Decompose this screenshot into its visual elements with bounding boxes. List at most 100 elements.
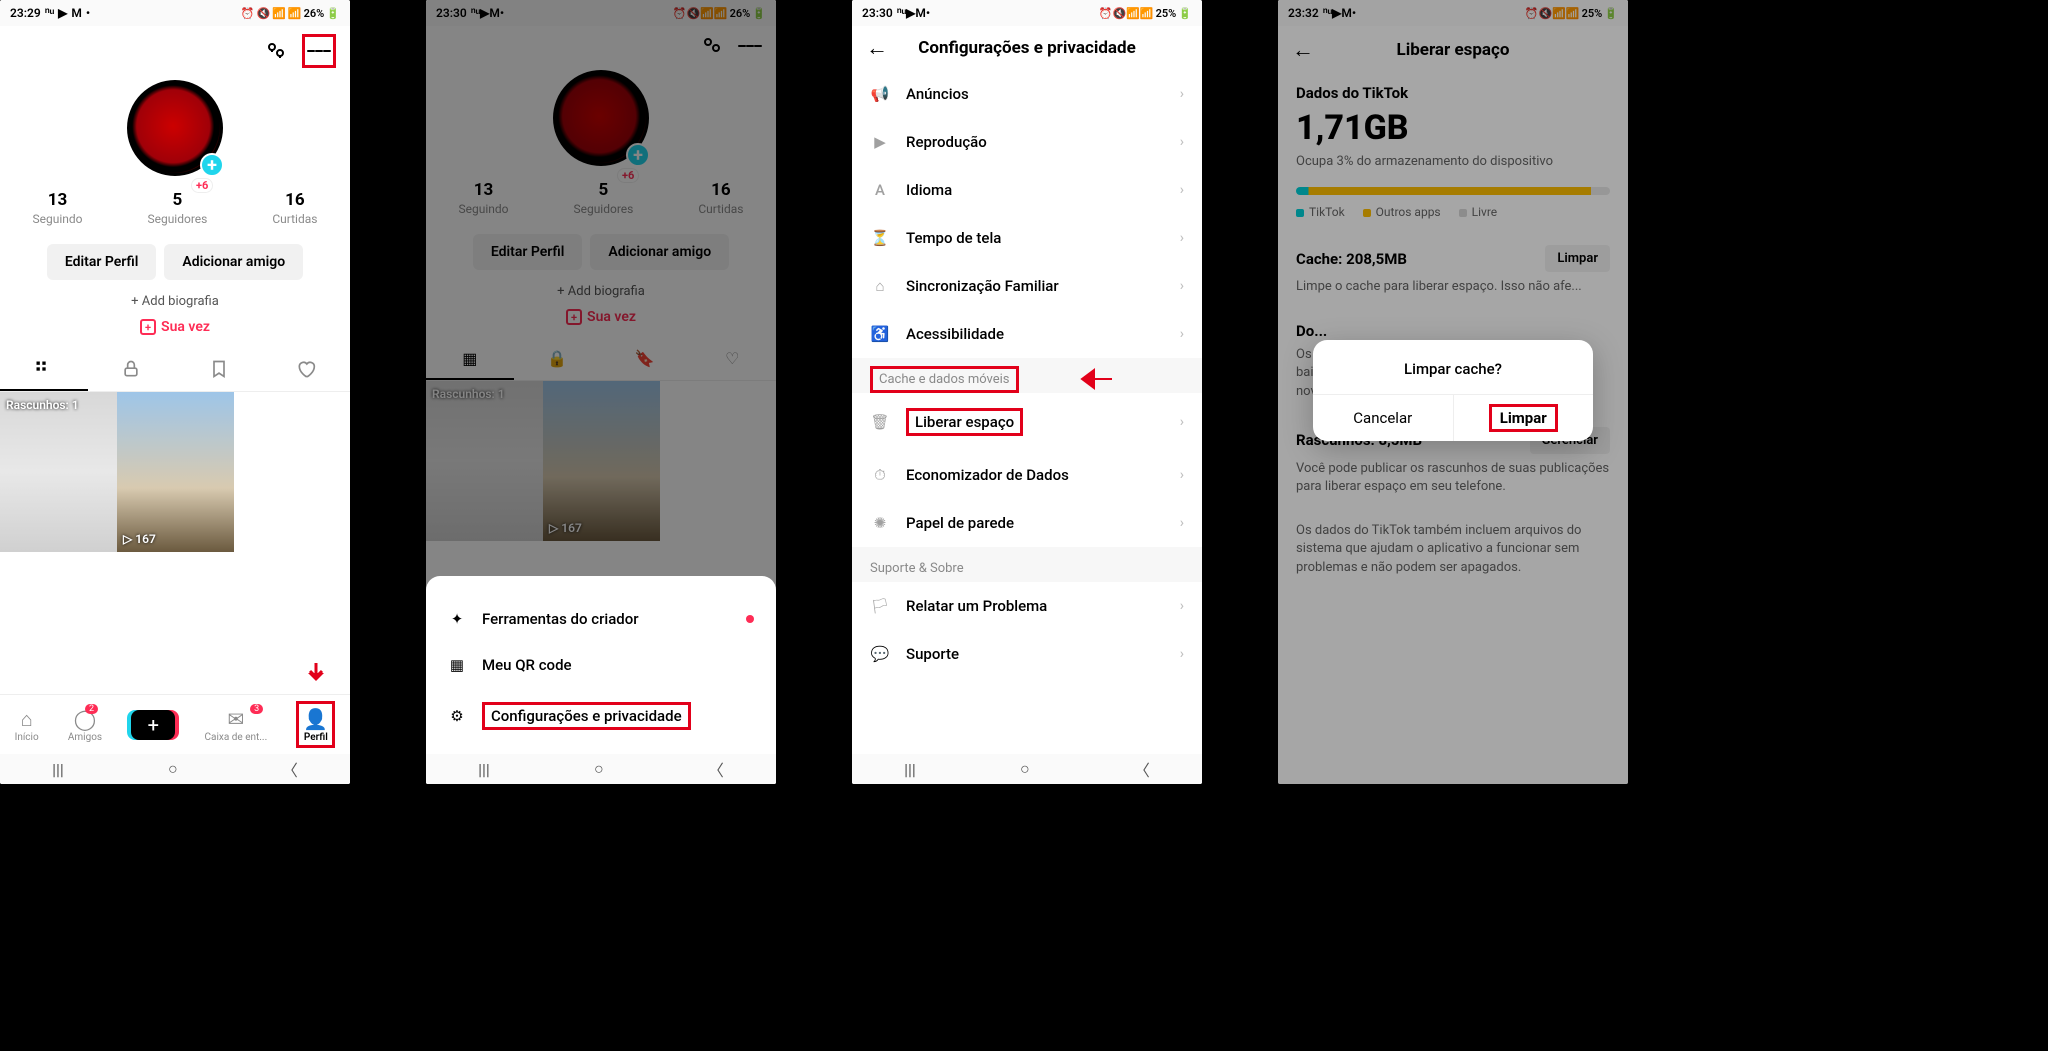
- chevron-right-icon: ›: [1180, 134, 1184, 150]
- chevron-right-icon: ›: [1180, 598, 1184, 614]
- thumb-video-1[interactable]: ▷167: [117, 392, 234, 552]
- tab-liked[interactable]: [263, 349, 351, 391]
- tab-private: 🔒: [514, 339, 602, 380]
- status-bar: 23:29 ⁿᵘ ▶ M • ⏰ 🔇 📶 📶 26% 🔋: [0, 0, 350, 26]
- red-arrow-left-icon: [1078, 366, 1112, 392]
- status-time: 23:30: [862, 6, 893, 20]
- add-bio-button[interactable]: + Add biografia: [0, 294, 350, 309]
- modal-confirm-button[interactable]: Limpar: [1453, 395, 1594, 441]
- thumb-drafts[interactable]: Rascunhos: 1: [0, 392, 117, 552]
- row-tempo-tela[interactable]: ⏳Tempo de tela›: [852, 214, 1202, 262]
- nav-home[interactable]: ⌂Início: [15, 706, 39, 743]
- chevron-right-icon: ›: [1180, 230, 1184, 246]
- row-anuncios[interactable]: 📢Anúncios›: [852, 70, 1202, 118]
- nav-friends[interactable]: 2◯Amigos: [68, 706, 102, 743]
- recents-button[interactable]: |||: [52, 760, 64, 779]
- stat-likes[interactable]: 16 Curtidas: [272, 190, 317, 226]
- android-nav: ||| ○ 〈: [426, 754, 776, 784]
- section-suporte-header: Suporte & Sobre: [852, 547, 1202, 582]
- footprints-icon[interactable]: [264, 39, 288, 63]
- sua-vez-button[interactable]: + Sua vez: [0, 319, 350, 335]
- followers-badge: +6: [191, 178, 213, 193]
- stat-followers[interactable]: +6 5 Seguidores: [147, 190, 207, 226]
- hourglass-icon: ⏳: [870, 229, 890, 247]
- add-bio-button: + Add biografia: [426, 284, 776, 299]
- row-familia[interactable]: ⌂Sincronização Familiar›: [852, 262, 1202, 310]
- chat-icon: 💬: [870, 645, 890, 663]
- plus-icon: +: [140, 319, 156, 335]
- tab-saved[interactable]: [175, 349, 263, 391]
- mute-icon: 🔇: [257, 7, 271, 20]
- row-economizador[interactable]: ⏱Economizador de Dados›: [852, 451, 1202, 499]
- status-time: 23:32: [1288, 6, 1319, 20]
- storage-legend: TikTok Outros apps Livre: [1296, 205, 1610, 219]
- bottom-nav: ⌂Início 2◯Amigos + 3✉Caixa de ent... 👤Pe…: [0, 694, 350, 754]
- back-arrow-icon[interactable]: ←: [866, 35, 888, 61]
- hamburger-icon[interactable]: [307, 39, 331, 63]
- row-idioma[interactable]: AIdioma›: [852, 166, 1202, 214]
- hamburger-icon[interactable]: [738, 34, 762, 58]
- drawer-qr-code[interactable]: ▦ Meu QR code: [426, 642, 776, 688]
- home-button[interactable]: ○: [1020, 759, 1030, 779]
- status-time: 23:29: [10, 6, 41, 20]
- screen-3-settings: 23:30ⁿᵘ▶M• ⏰🔇📶📶25%🔋 ← Configurações e pr…: [852, 0, 1202, 784]
- gauge-icon: ⏱: [870, 466, 890, 484]
- home-button[interactable]: ○: [594, 759, 604, 779]
- chevron-right-icon: ›: [1180, 326, 1184, 342]
- chevron-right-icon: ›: [1180, 467, 1184, 483]
- recents-button[interactable]: |||: [478, 760, 490, 779]
- profile-tabs: [0, 349, 350, 392]
- row-relatar-problema[interactable]: 🏳Relatar um Problema›: [852, 582, 1202, 630]
- tab-grid[interactable]: [0, 349, 88, 391]
- footprints-icon[interactable]: [700, 34, 724, 58]
- back-button[interactable]: 〈: [708, 757, 724, 781]
- row-reproducao[interactable]: ▶Reprodução›: [852, 118, 1202, 166]
- back-button[interactable]: 〈: [282, 757, 298, 781]
- tab-saved: 🔖: [601, 339, 689, 380]
- modal-cancel-button[interactable]: Cancelar: [1313, 395, 1453, 441]
- back-button[interactable]: 〈: [1134, 757, 1150, 781]
- chevron-right-icon: ›: [1180, 86, 1184, 102]
- flag-icon: 🏳: [870, 597, 890, 615]
- screen-4-freespace: 23:32ⁿᵘ▶M• ⏰🔇📶📶25%🔋 ← Liberar espaço Dad…: [1278, 0, 1628, 784]
- play-icon: ▷: [123, 532, 132, 546]
- confirm-highlight: Limpar: [1489, 404, 1558, 432]
- row-liberar-espaco[interactable]: 🗑Liberar espaço›: [852, 393, 1202, 451]
- gmail-icon: M: [71, 6, 82, 20]
- play-icon: ▶: [870, 133, 890, 151]
- chevron-right-icon: ›: [1180, 515, 1184, 531]
- tab-private[interactable]: [88, 349, 176, 391]
- more-icon: •: [86, 6, 90, 20]
- avatar-add-button: +: [626, 143, 650, 167]
- home-button[interactable]: ○: [168, 759, 178, 779]
- avatar[interactable]: +: [127, 80, 223, 176]
- row-acessibilidade[interactable]: ♿Acessibilidade›: [852, 310, 1202, 358]
- stat-following[interactable]: 13 Seguindo: [32, 190, 82, 226]
- add-friend-button[interactable]: Adicionar amigo: [164, 244, 303, 280]
- language-icon: A: [870, 181, 890, 199]
- data-title: Dados do TikTok: [1296, 84, 1610, 102]
- settings-highlight: Configurações e privacidade: [482, 702, 691, 730]
- accessibility-icon: ♿: [870, 325, 890, 343]
- avatar-add-button[interactable]: +: [200, 153, 224, 177]
- tab-liked: ♡: [689, 339, 777, 380]
- drawer-settings-privacy[interactable]: ⚙ Configurações e privacidade: [426, 688, 776, 744]
- nav-create[interactable]: +: [131, 710, 175, 740]
- back-arrow-icon[interactable]: ←: [1292, 37, 1314, 63]
- cache-clear-button[interactable]: Limpar: [1545, 245, 1610, 272]
- chevron-right-icon: ›: [1180, 414, 1184, 430]
- edit-profile-button[interactable]: Editar Perfil: [47, 244, 157, 280]
- drawer-creator-tools[interactable]: ✦ Ferramentas do criador: [426, 596, 776, 642]
- alarm-icon: ⏰: [241, 7, 255, 20]
- megaphone-icon: 📢: [870, 85, 890, 103]
- profile-stats: 13 Seguindo +6 5 Seguidores 16 Curtidas: [0, 190, 350, 226]
- red-arrow-down-icon: [304, 660, 328, 684]
- edit-profile-button: Editar Perfil: [473, 234, 583, 270]
- recents-button[interactable]: |||: [904, 760, 916, 779]
- nav-inbox[interactable]: 3✉Caixa de ent...: [205, 706, 268, 743]
- row-papel-parede[interactable]: ✺Papel de parede›: [852, 499, 1202, 547]
- row-suporte[interactable]: 💬Suporte›: [852, 630, 1202, 678]
- cache-desc: Limpe o cache para liberar espaço. Isso …: [1296, 278, 1610, 296]
- nav-profile-highlight[interactable]: 👤Perfil: [296, 701, 335, 748]
- chevron-right-icon: ›: [1180, 182, 1184, 198]
